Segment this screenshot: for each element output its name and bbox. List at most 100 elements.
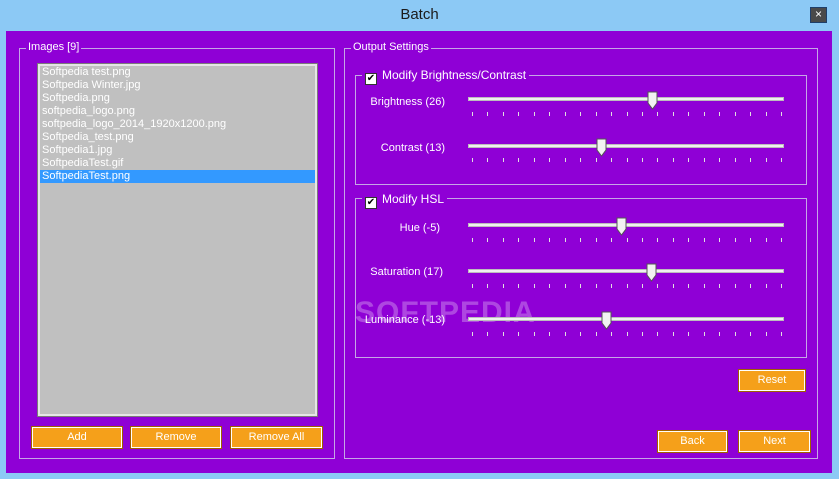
luminance-slider-ticks [472,332,782,337]
saturation-slider-track[interactable] [468,269,784,273]
slider-tick [503,238,504,242]
list-item[interactable]: Softpedia.png [40,92,315,105]
brightness-slider-thumb[interactable] [647,91,658,110]
slider-tick [549,112,550,116]
next-button[interactable]: Next [738,430,811,453]
remove-all-button[interactable]: Remove All [230,426,323,449]
slider-tick [704,238,705,242]
hue-slider-ticks [472,238,782,243]
slider-tick [750,332,751,336]
slider-tick [766,158,767,162]
image-listbox[interactable]: Softpedia test.png Softpedia Winter.jpg … [37,63,318,417]
slider-tick [719,238,720,242]
contrast-slider-thumb[interactable] [596,138,607,157]
contrast-slider-track[interactable] [468,144,784,148]
slider-tick [750,284,751,288]
slider-tick [627,238,628,242]
slider-tick [503,332,504,336]
slider-tick [735,284,736,288]
slider-tick [580,112,581,116]
slider-tick [565,332,566,336]
slider-tick [534,238,535,242]
slider-tick [688,238,689,242]
list-item-selected[interactable]: SoftpediaTest.png [40,170,315,183]
list-item[interactable]: Softpedia test.png [40,66,315,79]
slider-tick [657,238,658,242]
slider-tick [565,112,566,116]
luminance-slider-track[interactable] [468,317,784,321]
list-item[interactable]: SoftpediaTest.gif [40,157,315,170]
hsl-checkbox[interactable]: ✔ Modify HSL [362,192,448,209]
slider-tick [518,112,519,116]
slider-tick [534,112,535,116]
slider-tick [518,284,519,288]
brightness-slider-track[interactable] [468,97,784,101]
slider-tick [735,238,736,242]
slider-tick [534,158,535,162]
slider-tick [580,332,581,336]
brightness-contrast-checkbox[interactable]: ✔ Modify Brightness/Contrast [362,68,530,85]
list-item[interactable]: Softpedia_test.png [40,131,315,144]
checkbox-check-icon[interactable]: ✔ [365,73,377,85]
list-item[interactable]: Softpedia1.jpg [40,144,315,157]
slider-tick [719,112,720,116]
slider-tick [781,112,782,116]
luminance-slider-thumb[interactable] [601,311,612,330]
slider-tick [766,112,767,116]
slider-tick [596,284,597,288]
slider-tick [642,284,643,288]
slider-tick [596,332,597,336]
slider-tick [487,112,488,116]
slider-tick [596,158,597,162]
list-item[interactable]: Softpedia Winter.jpg [40,79,315,92]
slider-tick [781,284,782,288]
slider-tick [534,332,535,336]
checkbox-check-icon[interactable]: ✔ [365,197,377,209]
slider-tick [596,238,597,242]
slider-tick [596,112,597,116]
list-item[interactable]: softpedia_logo.png [40,105,315,118]
slider-tick [704,112,705,116]
slider-tick [673,112,674,116]
slider-tick [518,158,519,162]
slider-tick [642,238,643,242]
slider-tick [487,332,488,336]
slider-tick [627,284,628,288]
add-button[interactable]: Add [31,426,123,449]
close-icon[interactable]: × [810,7,827,23]
contrast-label: Contrast (13) [380,142,445,154]
slider-tick [534,284,535,288]
slider-tick [627,158,628,162]
list-item[interactable]: softpedia_logo_2014_1920x1200.png [40,118,315,131]
slider-tick [472,284,473,288]
slider-tick [503,158,504,162]
luminance-label: Luminance (-13) [364,314,445,326]
slider-tick [750,112,751,116]
slider-tick [627,112,628,116]
slider-tick [503,284,504,288]
remove-button[interactable]: Remove [130,426,222,449]
slider-tick [766,238,767,242]
hsl-label: Modify HSL [382,192,445,206]
slider-tick [688,332,689,336]
slider-tick [735,112,736,116]
slider-tick [642,112,643,116]
window-title: Batch [400,6,439,23]
slider-tick [611,238,612,242]
title-bar[interactable]: Batch × [0,0,839,31]
hue-slider-thumb[interactable] [616,217,627,236]
back-button[interactable]: Back [657,430,728,453]
slider-tick [673,332,674,336]
saturation-slider-thumb[interactable] [646,263,657,282]
slider-tick [611,284,612,288]
slider-tick [781,158,782,162]
hue-label: Hue (-5) [399,222,440,234]
slider-tick [642,332,643,336]
slider-tick [735,332,736,336]
brightness-label: Brightness (26) [370,96,445,108]
slider-tick [688,112,689,116]
slider-tick [549,238,550,242]
slider-tick [487,158,488,162]
slider-tick [688,158,689,162]
reset-button[interactable]: Reset [738,369,806,392]
